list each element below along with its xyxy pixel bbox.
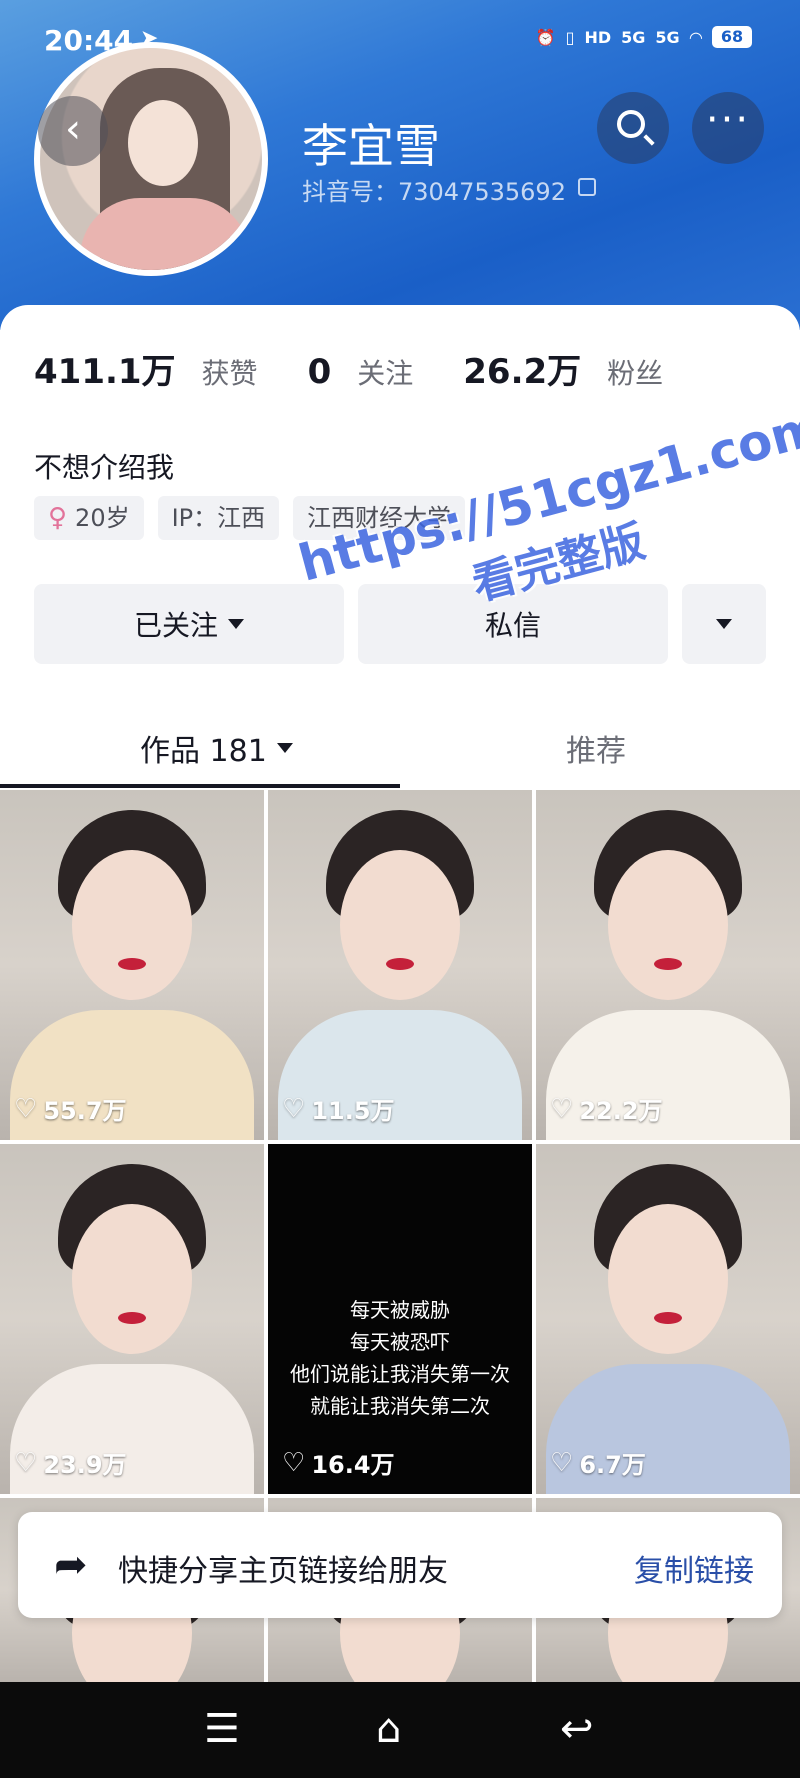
back-button[interactable]: ‹ (38, 96, 108, 166)
following-count[interactable]: 0 (308, 352, 332, 392)
search-button[interactable] (597, 92, 669, 164)
thumb-face (72, 850, 192, 1000)
following-label: 关注 (357, 357, 414, 390)
vibrate-icon: ▯ (565, 27, 575, 47)
search-icon (617, 110, 645, 138)
age-tag: ♀ 20岁 (34, 496, 144, 540)
video-likes-count: 6.7万 (579, 1451, 646, 1479)
alarm-icon: ⏰ (535, 27, 556, 47)
douyin-id-row: 抖音号：73047535692 (302, 172, 596, 207)
share-profile-banner[interactable]: ➦ 快捷分享主页链接给朋友 复制链接 (18, 1512, 782, 1618)
female-icon: ♀ (48, 503, 68, 533)
video-likes: ♡ 6.7万 (550, 1445, 646, 1480)
heart-icon: ♡ (550, 1447, 574, 1478)
share-banner-text: 快捷分享主页链接给朋友 (118, 1554, 448, 1589)
caret-down-icon (228, 619, 244, 629)
video-thumb-6[interactable]: ♡ 6.7万 (536, 1144, 800, 1494)
thumb-face (340, 850, 460, 1000)
thumb-face (608, 1204, 728, 1354)
chevron-left-icon: ‹ (65, 106, 81, 152)
share-arrow-icon: ➦ (54, 1542, 88, 1588)
video-likes: ♡ 11.5万 (282, 1091, 395, 1126)
thumb-lips (118, 1312, 146, 1324)
caption-line: 每天被恐吓 (350, 1330, 450, 1354)
profile-stats: 411.1万 获赞 0 关注 26.2万 粉丝 (34, 344, 695, 393)
likes-count[interactable]: 411.1万 (34, 344, 176, 393)
thumb-lips (118, 958, 146, 970)
content-tabs: 作品 181 推荐 (0, 716, 800, 788)
more-icon: ··· (705, 97, 751, 143)
video-thumb-3[interactable]: ♡ 22.2万 (536, 790, 800, 1140)
profile-bio: 不想介绍我 (34, 451, 175, 484)
thumb-face (72, 1204, 192, 1354)
video-likes: ♡ 16.4万 (282, 1445, 395, 1480)
status-icons: ⏰ ▯ HD 5G 5G ◠ 68 (536, 26, 752, 48)
copy-icon[interactable] (577, 178, 596, 196)
tab-recommended[interactable]: 推荐 (566, 726, 626, 770)
video-likes-count: 11.5万 (311, 1097, 395, 1125)
heart-icon: ♡ (14, 1093, 38, 1124)
followers-label: 粉丝 (607, 357, 664, 390)
video-likes-count: 22.2万 (579, 1097, 663, 1125)
followers-count[interactable]: 26.2万 (463, 344, 581, 393)
thumb-lips (386, 958, 414, 970)
home-icon[interactable]: ⌂ (376, 1706, 401, 1752)
video-thumb-1[interactable]: ♡ 55.7万 (0, 790, 264, 1140)
followed-button[interactable]: 已关注 (34, 584, 344, 664)
caption-line: 他们说能让我消失第一次 (290, 1362, 510, 1386)
avatar-face (128, 100, 198, 186)
douyin-id: 抖音号：73047535692 (302, 178, 566, 206)
network-5g-label-2: 5G (655, 27, 680, 47)
avatar-shirt (80, 198, 250, 270)
tab-works-label: 作品 181 (140, 734, 267, 769)
menu-icon[interactable]: ☰ (204, 1706, 240, 1752)
heart-icon: ♡ (550, 1093, 574, 1124)
video-likes-count: 23.9万 (43, 1451, 127, 1479)
profile-name: 李宜雪 (302, 119, 440, 173)
video-thumb-4[interactable]: ♡ 23.9万 (0, 1144, 264, 1494)
caption-line: 就能让我消失第二次 (310, 1394, 490, 1418)
video-thumb-5[interactable]: 每天被威胁 每天被恐吓 他们说能让我消失第一次 就能让我消失第二次 ♡ 16.4… (268, 1144, 532, 1494)
heart-icon: ♡ (282, 1447, 306, 1478)
heart-icon: ♡ (14, 1447, 38, 1478)
message-label: 私信 (484, 609, 541, 642)
likes-label: 获赞 (201, 357, 258, 390)
hd-label: HD (584, 27, 612, 47)
battery-indicator: 68 (712, 26, 752, 48)
more-actions-dropdown[interactable] (682, 584, 766, 664)
profile-header: 20:44 ➤ ⏰ ▯ HD 5G 5G ◠ 68 ‹ 李宜雪 抖音号：7304… (0, 0, 800, 330)
video-likes: ♡ 23.9万 (14, 1445, 127, 1480)
video-likes-count: 16.4万 (311, 1451, 395, 1479)
heart-icon: ♡ (282, 1093, 306, 1124)
tab-works[interactable]: 作品 181 (140, 726, 293, 770)
caption-line: 每天被威胁 (350, 1298, 450, 1322)
back-icon[interactable]: ↩ (560, 1706, 594, 1752)
video-likes-count: 55.7万 (43, 1097, 127, 1125)
copy-link-button[interactable]: 复制链接 (634, 1546, 754, 1590)
video-caption-text: 每天被威胁 每天被恐吓 他们说能让我消失第一次 就能让我消失第二次 (268, 1294, 532, 1422)
thumb-lips (654, 958, 682, 970)
video-likes: ♡ 22.2万 (550, 1091, 663, 1126)
tab-recommended-label: 推荐 (566, 734, 626, 769)
wifi-icon: ◠ (689, 27, 702, 47)
age-tag-label: 20岁 (75, 504, 130, 532)
video-thumb-2[interactable]: ♡ 11.5万 (268, 790, 532, 1140)
ip-tag-label: IP：江西 (171, 504, 266, 532)
video-likes: ♡ 55.7万 (14, 1091, 127, 1126)
more-button[interactable]: ··· (692, 92, 764, 164)
network-5g-label-1: 5G (621, 27, 646, 47)
active-tab-indicator (0, 784, 400, 788)
caret-down-icon (716, 619, 732, 629)
followed-label: 已关注 (133, 609, 218, 642)
ip-tag: IP：江西 (157, 496, 280, 540)
caret-down-icon (276, 743, 293, 753)
system-navigation-bar: ☰ ⌂ ↩ (0, 1682, 800, 1778)
thumb-lips (654, 1312, 682, 1324)
thumb-face (608, 850, 728, 1000)
